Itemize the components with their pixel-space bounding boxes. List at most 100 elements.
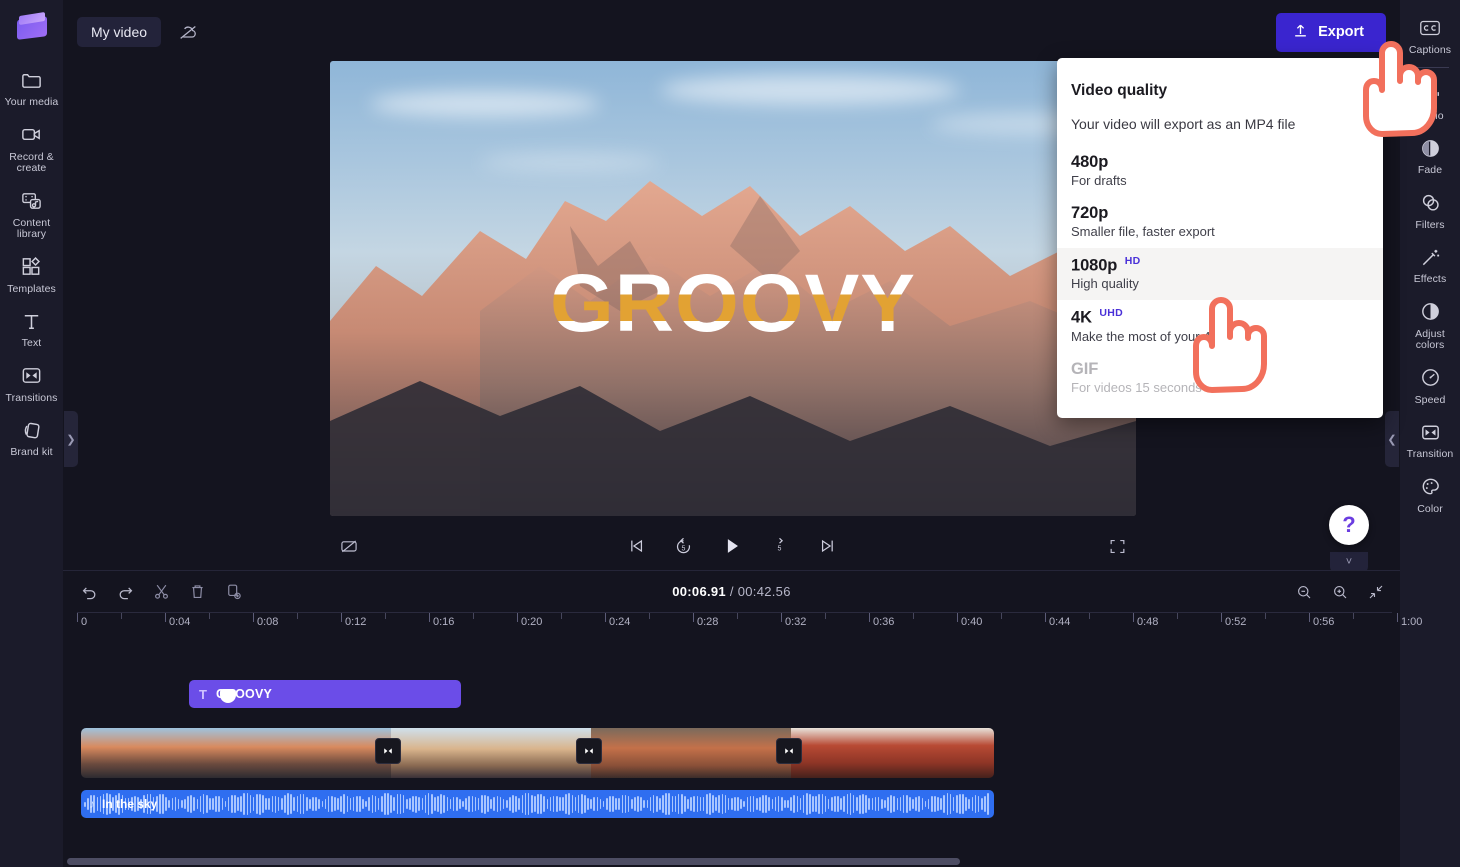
transition-icon: [1419, 419, 1442, 445]
sidebar-item-label: Record & create: [9, 150, 54, 174]
help-button[interactable]: ?: [1329, 505, 1369, 545]
sidebar-item-your-media[interactable]: Your media: [0, 60, 63, 115]
video-segment[interactable]: [591, 728, 791, 778]
sidebar-item-content-library[interactable]: Content library: [0, 181, 63, 247]
sidebar-item-label: Your media: [4, 96, 59, 108]
sidebar-item-captions[interactable]: Captions: [1400, 8, 1460, 63]
skip-forward-icon[interactable]: [810, 530, 846, 562]
transition-marker[interactable]: [776, 738, 802, 764]
fullscreen-icon[interactable]: [1099, 530, 1135, 562]
magnifier-minus-icon[interactable]: [1288, 577, 1320, 607]
sidebar-item-label: Brand kit: [10, 446, 53, 458]
timeline-horizontal-scrollbar[interactable]: [67, 858, 960, 865]
captions-off-icon[interactable]: [331, 530, 367, 562]
ruler-minor-tick: [1089, 613, 1090, 619]
sidebar-item-fade[interactable]: Fade: [1400, 128, 1460, 183]
ruler-tick: 1:00: [1397, 613, 1422, 628]
ruler-tick-label: 1:00: [1401, 616, 1423, 628]
ruler-tick-label: 0:08: [257, 616, 279, 628]
sidebar-item-effects[interactable]: Effects: [1400, 237, 1460, 292]
duplicate-icon[interactable]: [217, 577, 249, 607]
step-badge-1: 1: [1400, 85, 1436, 121]
transitions-icon: [20, 363, 43, 389]
sidebar-item-label: Transitions: [5, 391, 58, 404]
fit-screen-icon[interactable]: [1360, 577, 1392, 607]
transition-marker[interactable]: [576, 738, 602, 764]
ruler-tick-label: 0:16: [433, 616, 455, 628]
export-option-720p[interactable]: 720p Smaller file, faster export: [1057, 197, 1383, 248]
chevron-down-icon[interactable]: ˅: [1330, 552, 1368, 572]
ruler-tick-label: 0:20: [521, 616, 543, 628]
current-timecode: 00:06.91: [672, 584, 726, 599]
trash-icon[interactable]: [181, 577, 213, 607]
ruler-tick-label: 0:24: [609, 616, 631, 628]
export-button[interactable]: Export: [1276, 12, 1386, 52]
cloud-off-icon[interactable]: [171, 15, 205, 49]
ruler-tick: 0:44: [1045, 613, 1070, 628]
play-button[interactable]: [714, 530, 750, 562]
ruler-tick-label: 0:52: [1225, 616, 1247, 628]
templates-grid-icon: [20, 254, 43, 280]
export-option-gif: GIF For videos 15 seconds or less: [1057, 353, 1383, 404]
export-option-1080p[interactable]: 1080p HD High quality: [1057, 248, 1383, 301]
ruler-tick-label: 0:44: [1049, 616, 1071, 628]
rewind-5-icon[interactable]: 5: [666, 530, 702, 562]
preview-overlay-text: GROOVY: [330, 257, 1136, 351]
ruler-tick: 0:32: [781, 613, 806, 628]
export-option-4k[interactable]: 4K UHD Make the most of your 4K media: [1057, 300, 1383, 352]
svg-text:5: 5: [778, 545, 782, 552]
ruler-minor-tick: [1265, 613, 1266, 619]
magnifier-plus-icon[interactable]: [1324, 577, 1356, 607]
sidebar-item-adjust-colors[interactable]: Adjust colors: [1400, 292, 1460, 358]
speedometer-icon: [1419, 365, 1442, 391]
text-t-icon: [20, 308, 43, 334]
brand-kit-icon: [20, 417, 43, 443]
redo-arrow-icon[interactable]: [109, 577, 141, 607]
video-clip-track[interactable]: [81, 728, 994, 778]
timeline-ruler[interactable]: 0 0:04 0:08 0:12 0:16 0:20 0:24 0:28 0:32 0:36 0:4…: [77, 612, 1422, 636]
ruler-tick: 0:16: [429, 613, 454, 628]
video-segment[interactable]: [791, 728, 994, 778]
collapse-left-panel-handle[interactable]: ❯: [64, 411, 78, 467]
ruler-tick-label: 0:04: [169, 616, 191, 628]
sidebar-item-record-create[interactable]: Record & create: [0, 115, 63, 181]
sidebar-item-text[interactable]: Text: [0, 301, 63, 356]
collapse-right-panel-handle[interactable]: ❮: [1385, 411, 1399, 467]
sidebar-item-speed[interactable]: Speed: [1400, 358, 1460, 413]
ruler-tick-label: 0:12: [345, 616, 367, 628]
ruler-tick: 0:40: [957, 613, 982, 628]
sidebar-item-transitions[interactable]: Transitions: [0, 356, 63, 411]
sidebar-item-transition[interactable]: Transition: [1400, 412, 1460, 467]
ruler-tick: 0:36: [869, 613, 894, 628]
video-segment[interactable]: [81, 728, 391, 778]
sidebar-item-label: Adjust colors: [1415, 327, 1445, 351]
forward-5-icon[interactable]: 5: [762, 530, 798, 562]
export-option-name: 1080p: [1071, 256, 1118, 275]
audio-clip[interactable]: ♪ In the sky: [81, 790, 994, 818]
ruler-minor-tick: [737, 613, 738, 619]
media-library-icon: [20, 188, 43, 214]
transition-marker[interactable]: [375, 738, 401, 764]
project-title[interactable]: My video: [77, 17, 162, 47]
left-sidebar: Your media Record & create Content libra…: [0, 0, 63, 867]
video-preview[interactable]: GROOVY: [330, 61, 1136, 516]
undo-arrow-icon[interactable]: [73, 577, 105, 607]
clipchamp-video-editor: Your media Record & create Content libra…: [0, 0, 1460, 867]
ruler-tick: 0:08: [253, 613, 278, 628]
ruler-tick: 0:28: [693, 613, 718, 628]
sidebar-item-color[interactable]: Color: [1400, 467, 1460, 522]
scissors-icon[interactable]: [145, 577, 177, 607]
right-sidebar: Captions Audio Fade: [1400, 0, 1460, 867]
sidebar-item-label: Content library: [12, 216, 51, 240]
sidebar-item-filters[interactable]: Filters: [1400, 183, 1460, 238]
ruler-tick-label: 0:48: [1137, 616, 1159, 628]
export-option-desc: Make the most of your 4K media: [1071, 328, 1259, 344]
export-option-480p[interactable]: 480p For drafts: [1057, 146, 1383, 197]
export-option-desc: Smaller file, faster export: [1071, 224, 1215, 239]
export-option-name: 4K: [1071, 308, 1092, 327]
skip-back-icon[interactable]: [618, 530, 654, 562]
sidebar-item-label: Transition: [1406, 448, 1454, 460]
sidebar-item-templates[interactable]: Templates: [0, 247, 63, 302]
sidebar-item-brand-kit[interactable]: Brand kit: [0, 410, 63, 465]
video-segment[interactable]: [391, 728, 591, 778]
